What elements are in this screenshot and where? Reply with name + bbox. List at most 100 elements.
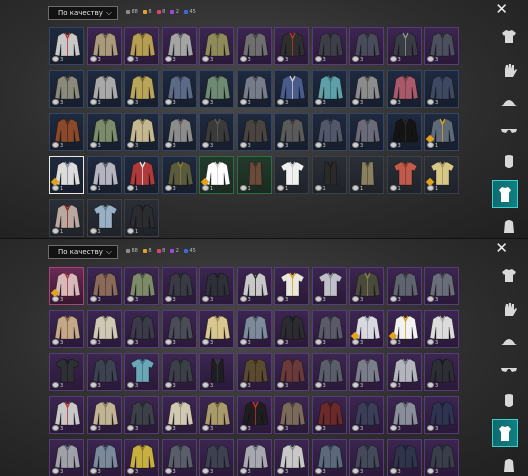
inventory-tile[interactable]: 3 — [386, 353, 422, 391]
inventory-tile[interactable]: 3 — [49, 310, 84, 348]
inventory-tile[interactable]: 3 — [424, 396, 459, 434]
inventory-tile[interactable]: 3 — [311, 267, 347, 305]
inventory-tile[interactable]: 3 — [199, 27, 234, 65]
inventory-tile[interactable]: 3 — [236, 396, 272, 434]
inventory-tile[interactable]: 3 — [236, 267, 272, 305]
inventory-tile[interactable]: 3 — [199, 113, 234, 151]
inventory-tile[interactable]: 3 — [349, 267, 384, 305]
inventory-tile[interactable]: 3 — [311, 310, 347, 348]
inventory-tile[interactable]: 3 — [236, 310, 272, 348]
inventory-tile[interactable]: 3 — [236, 439, 272, 476]
inventory-tile[interactable]: 3 — [161, 70, 197, 108]
category-tab-backpack[interactable] — [499, 455, 519, 475]
category-tab-mask[interactable] — [499, 391, 519, 411]
category-tab-outfit[interactable] — [492, 419, 518, 447]
close-icon[interactable]: ✕ — [495, 2, 508, 17]
inventory-tile[interactable]: 3 — [49, 267, 84, 305]
inventory-tile[interactable]: 3 — [124, 27, 159, 65]
inventory-tile[interactable]: 3 — [424, 353, 459, 391]
inventory-tile[interactable]: 3 — [49, 27, 84, 65]
category-tab-shirt[interactable] — [499, 26, 519, 46]
inventory-tile[interactable]: 3 — [161, 267, 197, 305]
inventory-tile[interactable]: 3 — [311, 70, 347, 108]
category-tab-mask[interactable] — [499, 152, 519, 172]
inventory-tile[interactable]: 3 — [49, 113, 84, 151]
inventory-tile[interactable]: 3 — [161, 310, 197, 348]
inventory-tile[interactable]: 1 — [199, 156, 234, 194]
inventory-tile[interactable]: 3 — [386, 439, 422, 476]
inventory-tile[interactable]: 3 — [274, 113, 309, 151]
inventory-tile[interactable]: 3 — [49, 353, 84, 391]
inventory-tile[interactable]: 3 — [349, 353, 384, 391]
sort-dropdown[interactable]: По качеству ⌵ — [48, 6, 118, 20]
inventory-tile[interactable]: 3 — [349, 439, 384, 476]
inventory-tile[interactable]: 3 — [274, 353, 309, 391]
inventory-tile[interactable]: 3 — [124, 439, 159, 476]
inventory-tile[interactable]: 1 — [424, 113, 459, 151]
inventory-tile[interactable]: 3 — [311, 353, 347, 391]
category-tab-glove[interactable] — [499, 60, 519, 80]
category-tab-glove[interactable] — [499, 299, 519, 319]
close-icon[interactable]: ✕ — [495, 241, 508, 256]
inventory-tile[interactable]: 3 — [349, 70, 384, 108]
category-tab-glasses[interactable] — [499, 120, 519, 140]
inventory-tile[interactable]: 3 — [86, 439, 122, 476]
inventory-tile[interactable]: 3 — [386, 396, 422, 434]
inventory-tile[interactable]: 3 — [311, 27, 347, 65]
inventory-tile[interactable]: 3 — [124, 396, 159, 434]
inventory-tile[interactable]: 3 — [199, 310, 234, 348]
inventory-tile[interactable]: 3 — [86, 353, 122, 391]
inventory-tile[interactable]: 3 — [274, 310, 309, 348]
inventory-tile[interactable]: 1 — [124, 199, 159, 237]
inventory-tile[interactable]: 3 — [86, 267, 122, 305]
inventory-tile[interactable]: 1 — [274, 156, 309, 194]
inventory-tile[interactable]: 3 — [274, 70, 309, 108]
inventory-tile[interactable]: 3 — [49, 439, 84, 476]
inventory-tile[interactable]: 3 — [236, 70, 272, 108]
category-tab-backpack[interactable] — [499, 216, 519, 236]
inventory-tile[interactable]: 3 — [311, 113, 347, 151]
inventory-tile[interactable]: 3 — [86, 310, 122, 348]
inventory-tile[interactable]: 1 — [311, 156, 347, 194]
inventory-tile[interactable]: 3 — [199, 439, 234, 476]
inventory-tile[interactable]: 3 — [199, 267, 234, 305]
category-tab-hat[interactable] — [499, 331, 519, 351]
inventory-tile[interactable]: 1 — [236, 156, 272, 194]
inventory-tile[interactable]: 3 — [236, 113, 272, 151]
inventory-tile[interactable]: 3 — [236, 27, 272, 65]
category-tab-shirt[interactable] — [499, 265, 519, 285]
sort-dropdown[interactable]: По качеству ⌵ — [48, 245, 118, 259]
inventory-tile[interactable]: 3 — [386, 267, 422, 305]
inventory-tile[interactable]: 3 — [274, 439, 309, 476]
inventory-tile[interactable]: 3 — [124, 267, 159, 305]
inventory-tile[interactable]: 3 — [199, 396, 234, 434]
inventory-tile[interactable]: 3 — [199, 353, 234, 391]
category-tab-outfit[interactable] — [492, 180, 518, 208]
inventory-tile[interactable]: 1 — [386, 156, 422, 194]
inventory-tile[interactable]: 3 — [124, 113, 159, 151]
inventory-tile[interactable]: 3 — [124, 310, 159, 348]
inventory-tile[interactable]: 3 — [86, 70, 122, 108]
inventory-tile[interactable]: 3 — [274, 396, 309, 434]
inventory-tile[interactable]: 3 — [386, 70, 422, 108]
inventory-tile[interactable]: 3 — [274, 27, 309, 65]
inventory-tile[interactable]: 3 — [86, 113, 122, 151]
inventory-tile[interactable]: 3 — [349, 27, 384, 65]
inventory-tile[interactable]: 1 — [49, 156, 84, 194]
inventory-tile[interactable]: 3 — [386, 310, 422, 348]
inventory-tile[interactable]: 3 — [161, 439, 197, 476]
inventory-tile[interactable]: 1 — [124, 156, 159, 194]
inventory-tile[interactable]: 3 — [349, 113, 384, 151]
inventory-tile[interactable]: 3 — [311, 439, 347, 476]
inventory-tile[interactable]: 3 — [236, 353, 272, 391]
inventory-tile[interactable]: 3 — [49, 396, 84, 434]
inventory-tile[interactable]: 3 — [424, 70, 459, 108]
inventory-tile[interactable]: 1 — [49, 199, 84, 237]
inventory-tile[interactable]: 1 — [86, 156, 122, 194]
inventory-tile[interactable]: 3 — [349, 396, 384, 434]
inventory-tile[interactable]: 3 — [199, 70, 234, 108]
category-tab-hat[interactable] — [499, 92, 519, 112]
category-tab-glasses[interactable] — [499, 359, 519, 379]
inventory-tile[interactable]: 3 — [124, 353, 159, 391]
inventory-tile[interactable]: 3 — [311, 396, 347, 434]
